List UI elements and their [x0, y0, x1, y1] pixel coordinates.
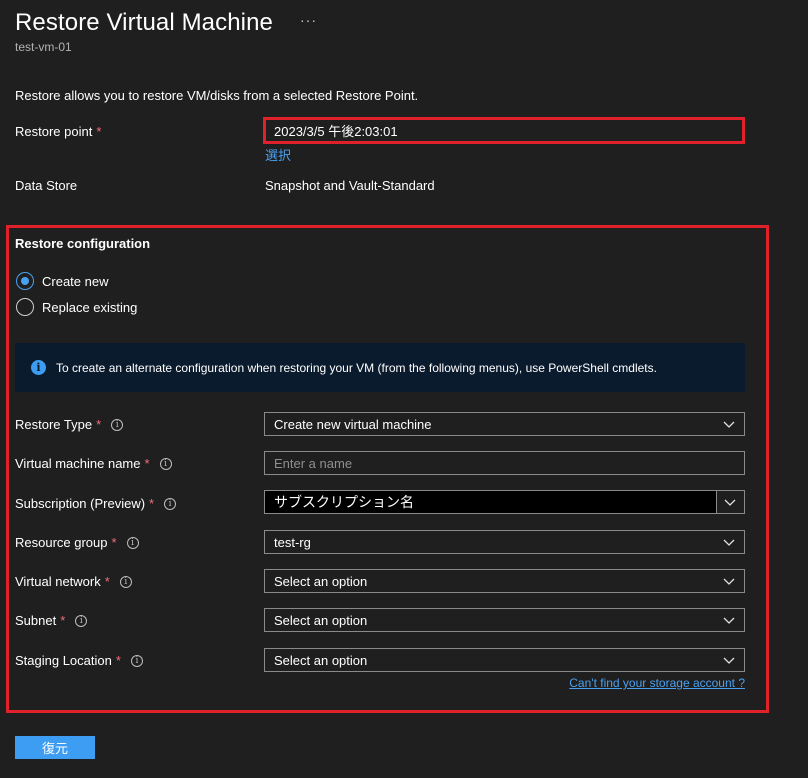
info-icon[interactable]: i — [75, 614, 88, 627]
more-options-icon[interactable]: ··· — [300, 12, 317, 28]
info-icon[interactable]: i — [164, 497, 177, 510]
resource-group-dropdown[interactable]: test-rg — [264, 530, 745, 554]
info-icon[interactable]: i — [111, 418, 124, 431]
restore-type-label: Restore Type * i — [15, 417, 124, 432]
subnet-label: Subnet * i — [15, 613, 88, 628]
vm-name-subtitle: test-vm-01 — [15, 40, 72, 54]
info-icon[interactable]: i — [119, 575, 132, 588]
restore-vm-page: Restore Virtual Machine ··· test-vm-01 R… — [0, 0, 808, 778]
subnet-dropdown[interactable]: Select an option — [264, 608, 745, 632]
resource-group-label: Resource group * i — [15, 535, 139, 550]
staging-location-dropdown[interactable]: Select an option — [264, 648, 745, 672]
chevron-down-icon — [723, 617, 735, 624]
restore-button[interactable]: 復元 — [15, 736, 95, 759]
radio-label: Create new — [42, 273, 109, 289]
virtual-network-dropdown[interactable]: Select an option — [264, 569, 745, 593]
chevron-down-icon — [723, 421, 735, 428]
virtual-network-label: Virtual network * i — [15, 574, 132, 589]
chevron-down-icon — [724, 499, 736, 506]
data-store-value: Snapshot and Vault-Standard — [265, 178, 435, 193]
radio-button[interactable] — [16, 298, 34, 316]
vm-name-input[interactable]: Enter a name — [264, 451, 745, 475]
vm-name-label: Virtual machine name * i — [15, 456, 172, 471]
radio-create-new[interactable]: Create new — [16, 272, 108, 290]
intro-text: Restore allows you to restore VM/disks f… — [15, 88, 419, 103]
radio-label: Replace existing — [42, 299, 138, 315]
restore-configuration-title: Restore configuration — [15, 236, 151, 251]
info-banner: i To create an alternate configuration w… — [15, 343, 745, 392]
cant-find-storage-link[interactable]: Can't find your storage account ? — [569, 676, 745, 690]
info-banner-text: To create an alternate configuration whe… — [56, 360, 657, 375]
chevron-down-icon — [723, 657, 735, 664]
info-icon[interactable]: i — [130, 654, 143, 667]
staging-location-label: Staging Location * i — [15, 653, 143, 668]
restore-type-dropdown[interactable]: Create new virtual machine — [264, 412, 745, 436]
select-restore-point-link[interactable]: 選択 — [265, 145, 291, 164]
chevron-down-icon — [723, 578, 735, 585]
vm-name-placeholder: Enter a name — [274, 455, 353, 471]
subscription-dropdown[interactable]: サブスクリプション名 — [264, 490, 745, 514]
restore-point-label: Restore point * — [15, 124, 102, 139]
info-icon: i — [31, 360, 46, 375]
info-icon[interactable]: i — [159, 457, 172, 470]
subscription-label: Subscription (Preview) * i — [15, 496, 177, 511]
data-store-label: Data Store — [15, 178, 78, 193]
radio-button-checked[interactable] — [16, 272, 34, 290]
chevron-down-icon — [723, 539, 735, 546]
restore-point-value: 2023/3/5 午後2:03:01 — [263, 117, 745, 144]
info-icon[interactable]: i — [126, 536, 139, 549]
required-mark: * — [96, 124, 102, 139]
page-title: Restore Virtual Machine — [15, 9, 273, 36]
radio-replace-existing[interactable]: Replace existing — [16, 298, 137, 316]
